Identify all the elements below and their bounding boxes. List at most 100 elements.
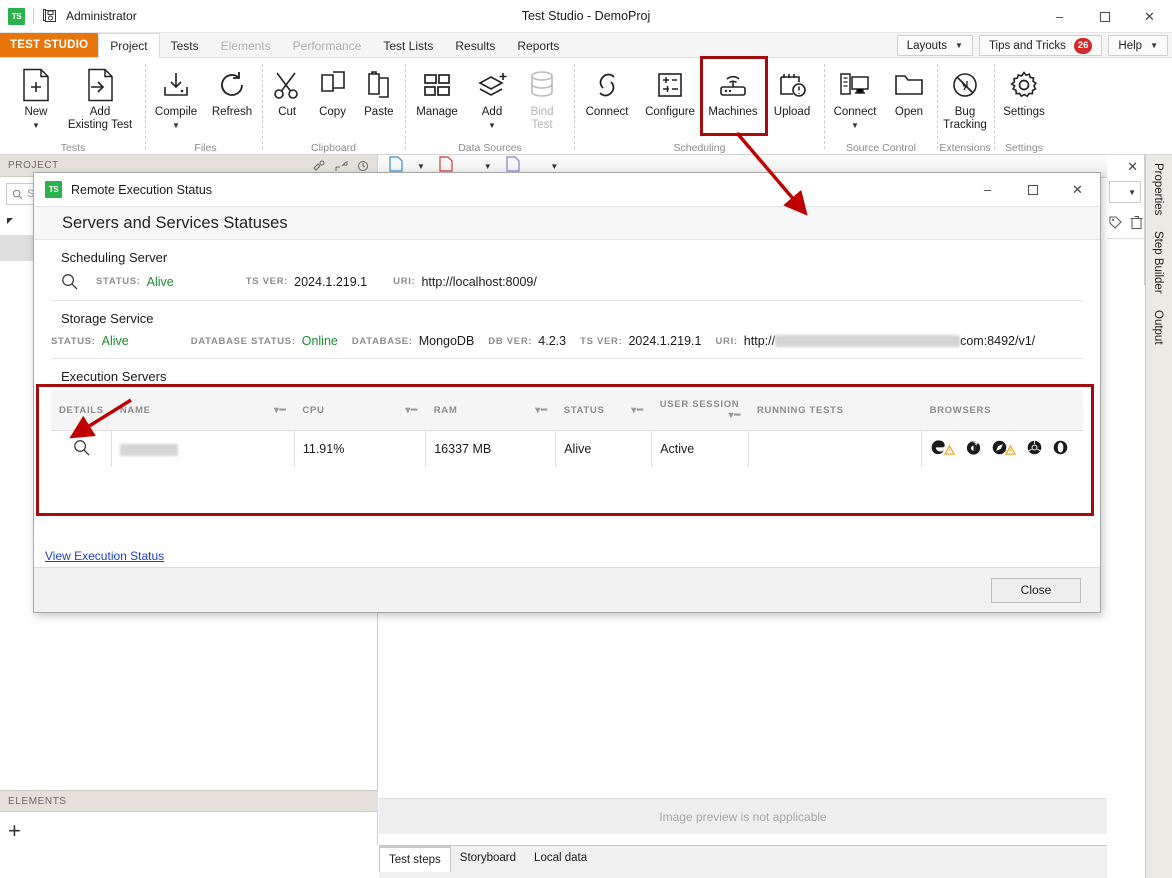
chevron-down-icon[interactable]: ▼ — [484, 162, 492, 171]
tab-elements[interactable]: Elements — [210, 33, 282, 58]
chevron-down-icon[interactable]: ▼ — [488, 119, 496, 132]
tab-tests[interactable]: Tests — [160, 33, 210, 58]
configure-icon — [655, 64, 685, 106]
tips-label: Tips and Tricks — [988, 39, 1066, 52]
ribbon-group-source-control: Connect ▼ Open Source Control — [826, 58, 936, 155]
tab-reports[interactable]: Reports — [506, 33, 570, 58]
edge-icon — [930, 439, 956, 456]
magnifier-icon[interactable] — [61, 273, 78, 290]
filter-icon-status[interactable]: ▾━ — [631, 405, 643, 416]
remote-execution-status-dialog: TS Remote Execution Status – ✕ Servers a… — [33, 172, 1101, 613]
warning-icon — [944, 445, 956, 455]
ribbon-button-compile[interactable]: Compile ▼ — [148, 58, 204, 138]
ribbon-button-manage[interactable]: Manage — [408, 58, 466, 138]
vtab-output[interactable]: Output — [1152, 302, 1164, 353]
ribbon-group-tests: New ▼ Add Existing Test Tests — [6, 58, 140, 155]
tab-results[interactable]: Results — [444, 33, 506, 58]
right-panel-dropdown[interactable]: ▼ — [1109, 181, 1141, 203]
ribbon-button-connect-source-control[interactable]: Connect ▼ — [826, 58, 884, 138]
chevron-down-icon[interactable]: ▼ — [417, 162, 425, 171]
ribbon-label-add-existing-test: Add Existing Test — [67, 106, 133, 131]
ribbon-button-settings[interactable]: Settings — [996, 58, 1052, 138]
ribbon-button-configure[interactable]: Configure — [637, 58, 703, 138]
table-row[interactable]: 11.91% 16337 MB Alive Active — [51, 430, 1083, 468]
storage-uri-redacted — [775, 335, 961, 347]
project-panel-title: PROJECT — [8, 160, 59, 171]
router-icon — [716, 64, 750, 106]
ribbon-button-cut[interactable]: Cut — [265, 58, 309, 138]
ribbon-button-bind-test[interactable]: Bind Test — [518, 58, 566, 138]
tab-test-lists[interactable]: Test Lists — [372, 33, 444, 58]
source-control-connect-icon — [838, 64, 872, 106]
ribbon-group-label-clipboard: Clipboard — [311, 142, 356, 154]
dialog-close-button[interactable]: ✕ — [1055, 173, 1100, 206]
ribbon-group-label-source-control: Source Control — [845, 142, 917, 154]
refresh-icon — [216, 64, 248, 106]
layouts-button[interactable]: Layouts ▼ — [896, 35, 973, 56]
ribbon-label-refresh: Refresh — [211, 106, 253, 118]
column-ram: RAM ▾━ — [425, 390, 556, 431]
window-minimize-button[interactable]: – — [1037, 0, 1082, 33]
paste-icon — [364, 64, 394, 106]
tab-storyboard[interactable]: Storyboard — [451, 846, 525, 872]
vtab-properties[interactable]: Properties — [1152, 155, 1164, 223]
trash-icon[interactable] — [1130, 215, 1143, 235]
dialog-minimize-button[interactable]: – — [965, 173, 1010, 206]
tab-local-data[interactable]: Local data — [525, 846, 596, 872]
tab-project[interactable]: Project — [98, 33, 160, 59]
window-close-button[interactable]: ✕ — [1127, 0, 1172, 33]
ribbon-label-upload: Upload — [773, 106, 811, 118]
ribbon-button-open[interactable]: Open — [884, 58, 934, 138]
window-maximize-button[interactable] — [1082, 0, 1127, 33]
database-status-value: Online — [301, 334, 338, 348]
chevron-down-icon[interactable]: ▼ — [550, 162, 558, 171]
right-panel-close-icon[interactable]: ✕ — [1127, 159, 1138, 175]
filter-icon-cpu[interactable]: ▾━ — [405, 405, 417, 416]
test-studio-menu-tab[interactable]: TEST STUDIO — [0, 33, 99, 57]
column-user-session: USER SESSION ▾━ — [651, 390, 749, 431]
tab-test-steps[interactable]: Test steps — [379, 846, 451, 872]
ribbon-button-refresh[interactable]: Refresh — [204, 58, 260, 138]
filter-icon-user-session[interactable]: ▾━ — [729, 410, 741, 421]
chevron-down-icon[interactable]: ▼ — [851, 119, 859, 132]
ribbon-button-bug-tracking[interactable]: Bug Tracking — [938, 58, 992, 138]
tips-and-tricks-button[interactable]: Tips and Tricks 26 — [978, 35, 1103, 56]
vtab-step-builder[interactable]: Step Builder — [1152, 223, 1164, 302]
gear-icon — [1008, 64, 1040, 106]
magnifier-icon[interactable] — [73, 440, 90, 459]
ribbon-button-connect-scheduling[interactable]: Connect — [577, 58, 637, 138]
tag-icon[interactable] — [1109, 216, 1122, 234]
ribbon-group-label-files: Files — [194, 142, 217, 154]
ribbon-button-new[interactable]: New ▼ — [6, 58, 66, 138]
help-button[interactable]: Help ▼ — [1108, 35, 1168, 56]
close-button[interactable]: Close — [991, 577, 1081, 603]
filter-icon-name[interactable]: ▾━ — [274, 405, 286, 416]
ribbon-group-extensions: Bug Tracking Extensions — [938, 58, 992, 155]
execution-servers-table: DETAILS NAME ▾━ CPU ▾━ RAM ▾━ STATUS ▾━ … — [51, 390, 1083, 467]
tab-performance[interactable]: Performance — [282, 33, 373, 58]
chevron-down-icon[interactable]: ▼ — [172, 119, 180, 132]
cell-details[interactable] — [51, 430, 113, 467]
ribbon-button-paste[interactable]: Paste — [356, 58, 402, 138]
add-element-button[interactable]: + — [8, 820, 21, 842]
view-execution-status-link[interactable]: View Execution Status — [45, 549, 164, 563]
dialog-maximize-button[interactable] — [1010, 173, 1055, 206]
database-status-label: DATABASE STATUS: — [190, 335, 296, 347]
ribbon-group-label-extensions: Extensions — [939, 142, 991, 154]
column-browsers: BROWSERS — [921, 390, 1083, 431]
ribbon-button-machines[interactable]: Machines — [703, 58, 763, 138]
ribbon-button-add-existing-test[interactable]: Add Existing Test — [66, 58, 134, 138]
ribbon-button-upload[interactable]: Upload — [763, 58, 821, 138]
execution-servers-title: Execution Servers — [61, 369, 167, 384]
ribbon-button-add-data-source[interactable]: Add ▼ — [466, 58, 518, 138]
folder-icon — [893, 64, 925, 106]
filter-icon-ram[interactable]: ▾━ — [535, 405, 547, 416]
ribbon-button-copy[interactable]: Copy — [309, 58, 355, 138]
elements-panel-title: ELEMENTS — [8, 795, 67, 807]
cell-browsers — [922, 431, 1083, 468]
ribbon-toolbar: New ▼ Add Existing Test Tests Compile ▼ … — [0, 56, 1172, 155]
chrome-icon — [1026, 439, 1043, 456]
column-status: STATUS ▾━ — [555, 390, 652, 431]
warning-icon — [1005, 445, 1017, 455]
chevron-down-icon[interactable]: ▼ — [32, 119, 40, 132]
